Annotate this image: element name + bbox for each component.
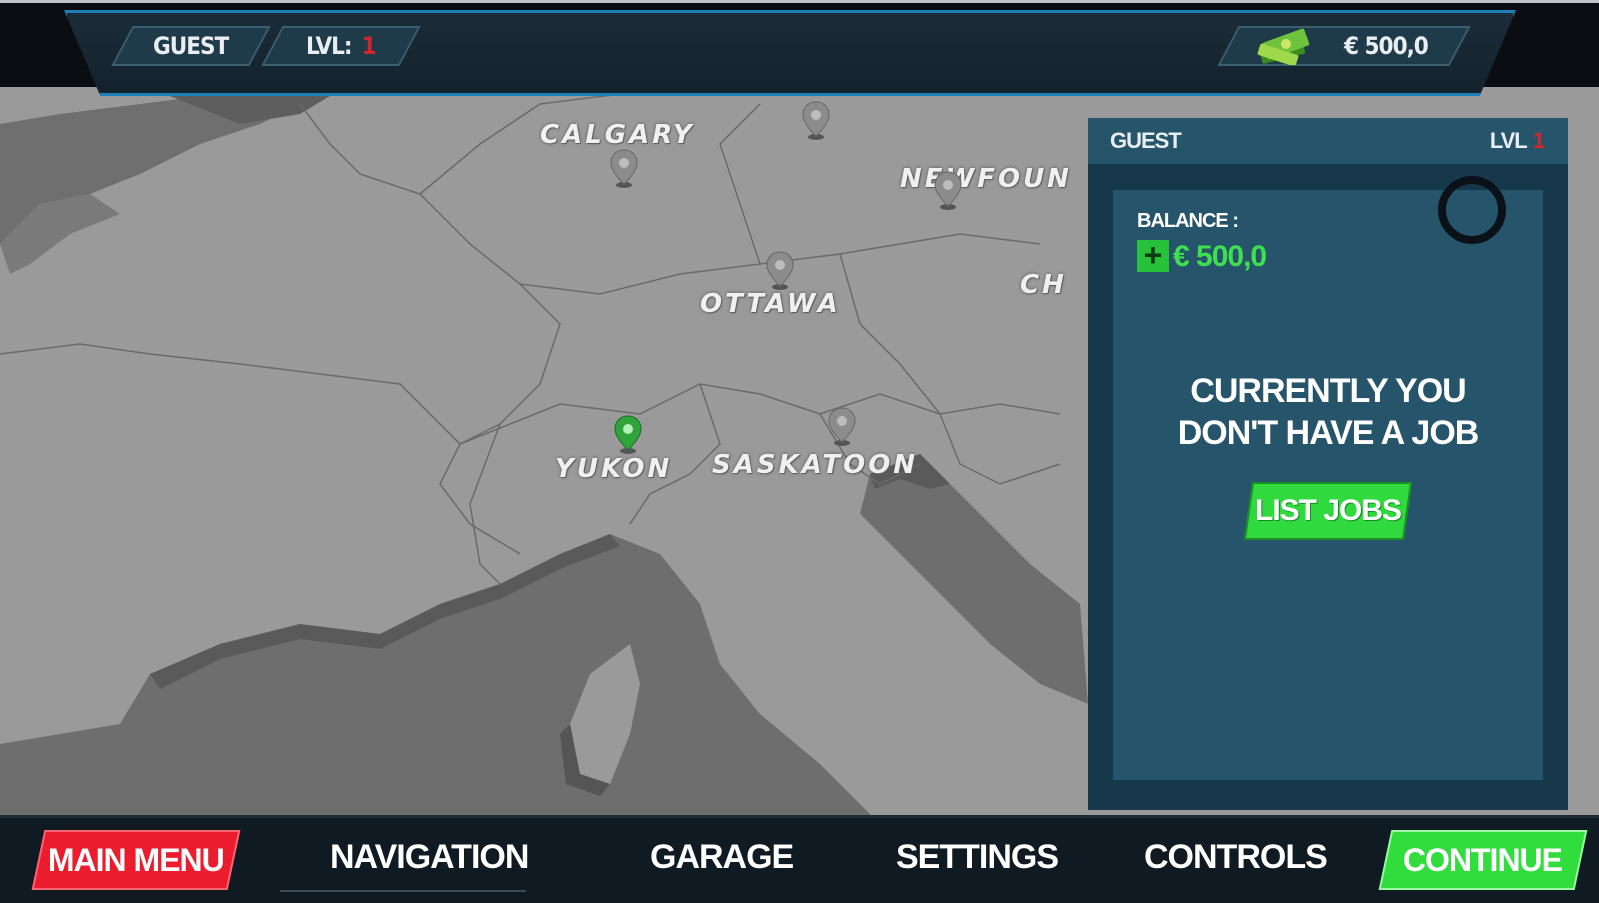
city-label-saskatoon: SASKATOON: [712, 450, 919, 480]
tab-navigation-underline: [280, 890, 526, 892]
money-value: € 500,0: [1344, 32, 1428, 60]
panel-level-value: 1: [1532, 128, 1545, 153]
balance-value: € 500,0: [1173, 240, 1267, 273]
level-value: 1: [361, 32, 376, 60]
tab-settings[interactable]: SETTINGS: [896, 838, 1059, 877]
map-pin-selected-icon[interactable]: [612, 414, 644, 454]
city-label-yukon: YUKON: [555, 454, 673, 484]
city-label-calgary: CALGARY: [540, 120, 695, 150]
city-label-ottawa: OTTAWA: [700, 289, 841, 319]
balance-label: BALANCE :: [1137, 210, 1239, 232]
bottom-nav-bar: MAIN MENU NAVIGATION GARAGE SETTINGS CON…: [0, 815, 1599, 903]
level-label: LVL:: [306, 32, 352, 60]
player-name-tag: GUEST: [111, 26, 271, 66]
list-jobs-button[interactable]: LIST JOBS: [1243, 482, 1413, 540]
panel-level: LVL 1: [1489, 128, 1545, 154]
panel-level-label: LVL: [1489, 128, 1528, 153]
cash-stack-icon: [1257, 28, 1310, 65]
main-menu-button[interactable]: MAIN MENU: [31, 830, 241, 890]
map-pin-icon[interactable]: [608, 148, 640, 188]
map-pin-icon[interactable]: [826, 406, 858, 446]
map-pin-icon[interactable]: [932, 170, 964, 210]
map-pin-icon[interactable]: [800, 100, 832, 140]
continue-label: CONTINUE: [1403, 841, 1563, 878]
no-job-message: CURRENTLY YOU DON'T HAVE A JOB: [1113, 370, 1543, 454]
tab-garage[interactable]: GARAGE: [650, 838, 794, 877]
city-label-newfoun: NEWFOUN: [900, 164, 1072, 194]
panel-player-name: GUEST: [1110, 128, 1182, 153]
job-panel-body: BALANCE : + € 500,0 CURRENTLY YOU DON'T …: [1113, 176, 1543, 780]
map-pin-icon[interactable]: [764, 250, 796, 290]
job-panel: GUEST LVL 1 BALANCE : + € 500,0 CURRENTLY…: [1088, 118, 1568, 810]
continue-button[interactable]: CONTINUE: [1378, 830, 1588, 890]
list-jobs-label: LIST JOBS: [1254, 494, 1402, 527]
no-job-message-line-2: DON'T HAVE A JOB: [1177, 414, 1480, 452]
tab-controls[interactable]: CONTROLS: [1144, 838, 1328, 877]
money-tag: € 500,0: [1217, 26, 1471, 66]
no-job-message-line-1: CURRENTLY YOU: [1190, 372, 1466, 410]
add-balance-icon[interactable]: +: [1137, 239, 1169, 272]
main-menu-label: MAIN MENU: [48, 841, 224, 878]
city-label-ch: CH: [1020, 270, 1067, 300]
avatar: [1438, 176, 1506, 244]
job-panel-header: GUEST LVL 1: [1088, 118, 1568, 164]
tab-navigation[interactable]: NAVIGATION: [330, 838, 529, 877]
player-name: GUEST: [153, 32, 229, 60]
level-tag: LVL: 1: [261, 26, 421, 66]
